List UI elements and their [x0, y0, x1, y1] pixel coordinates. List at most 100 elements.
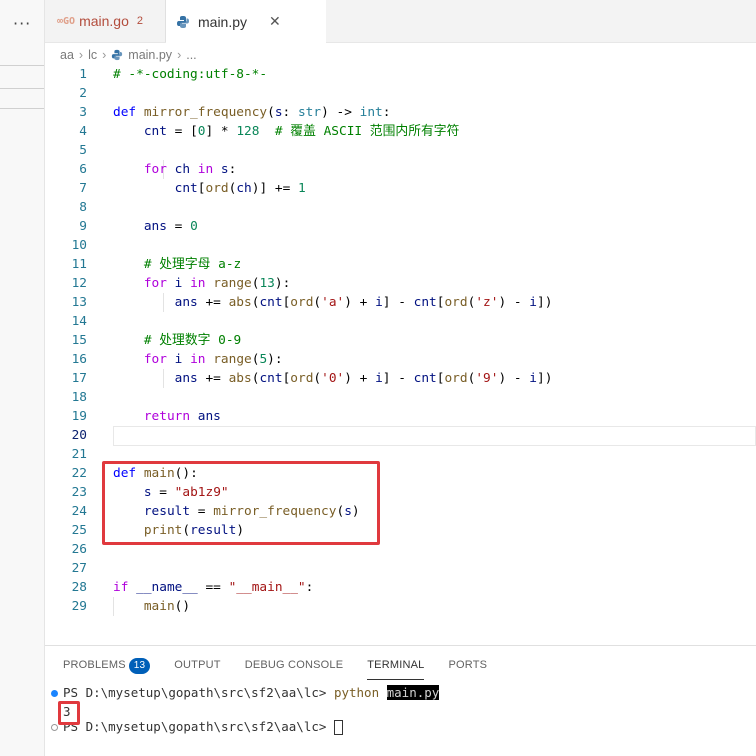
code-line[interactable]: 10: [45, 236, 756, 255]
code-token: ] -: [382, 371, 414, 386]
code-line[interactable]: 5: [45, 141, 756, 160]
code-line[interactable]: 7 cnt[ord(ch)] += 1: [45, 179, 756, 198]
breadcrumb-item[interactable]: aa: [60, 48, 74, 62]
divider: [0, 65, 44, 66]
line-number: 18: [71, 390, 87, 405]
code-token: if: [113, 580, 137, 595]
code-line[interactable]: 13 ans += abs(cnt[ord('a') + i] - cnt[or…: [45, 293, 756, 312]
breadcrumb-item[interactable]: ...: [186, 48, 196, 62]
code-token: cnt: [413, 371, 437, 386]
close-icon[interactable]: ✕: [269, 13, 281, 30]
chevron-right-icon: ›: [78, 48, 84, 62]
code-token: 'a': [321, 295, 345, 310]
line-number: 5: [79, 143, 87, 158]
code-token: __name__: [136, 580, 198, 595]
code-line[interactable]: 6 for ch in s:: [45, 160, 756, 179]
code-token: (: [313, 295, 322, 310]
bottom-panel: PROBLEMS 13 OUTPUT DEBUG CONSOLE TERMINAL…: [45, 645, 756, 756]
line-number: 20: [71, 428, 87, 443]
code-text: cnt[ord(ch)] += 1: [113, 179, 306, 198]
line-number: 6: [79, 162, 87, 177]
divider: [0, 88, 44, 89]
more-actions-icon[interactable]: ···: [13, 14, 31, 33]
code-line[interactable]: 27: [45, 559, 756, 578]
tab-main-py[interactable]: main.py ✕: [166, 0, 326, 43]
code-token: = [: [166, 124, 198, 139]
highlight-box-output: [58, 701, 80, 725]
code-token: range: [213, 276, 252, 291]
code-token: '0': [321, 371, 345, 386]
line-number: 21: [71, 447, 87, 462]
code-token: # 覆盖 ASCII 范围内所有字符: [274, 124, 460, 139]
code-line[interactable]: 15 # 处理数字 0-9: [45, 331, 756, 350]
line-number: 13: [71, 295, 87, 310]
code-line[interactable]: 28 if __name__ == "__main__":: [45, 578, 756, 597]
line-number: 29: [71, 599, 87, 614]
code-token: :: [228, 162, 237, 177]
code-line[interactable]: 18: [45, 388, 756, 407]
tab-ports[interactable]: PORTS: [448, 654, 487, 676]
code-token: ) -: [498, 295, 530, 310]
code-line[interactable]: 11 # 处理字母 a-z: [45, 255, 756, 274]
code-line[interactable]: 8: [45, 198, 756, 217]
code-line[interactable]: 19 return ans: [45, 407, 756, 426]
breadcrumb-item[interactable]: lc: [88, 48, 97, 62]
code-token: ans: [174, 371, 198, 386]
problem-count: 2: [136, 15, 143, 27]
tab-label: main.go: [79, 13, 129, 29]
tab-output[interactable]: OUTPUT: [174, 654, 220, 676]
code-token: ans: [143, 219, 167, 234]
code-line[interactable]: 20: [45, 426, 756, 446]
code-line[interactable]: 29 main(): [45, 597, 756, 616]
line-number: 26: [71, 542, 87, 557]
line-number: 11: [71, 257, 87, 272]
code-token: for: [143, 276, 175, 291]
code-line[interactable]: 3 def mirror_frequency(s: str) -> int:: [45, 103, 756, 122]
code-line[interactable]: 9 ans = 0: [45, 217, 756, 236]
code-token: i: [529, 295, 537, 310]
line-number: 22: [71, 466, 87, 481]
line-number: 16: [71, 352, 87, 367]
divider: [0, 108, 44, 109]
code-line[interactable]: 17 ans += abs(cnt[ord('0') + i] - cnt[or…: [45, 369, 756, 388]
line-number: 28: [71, 580, 87, 595]
code-token: 5: [259, 352, 268, 367]
code-token: def: [113, 105, 144, 120]
code-text: for i in range(13):: [113, 274, 290, 293]
code-token: '9': [475, 371, 499, 386]
code-token: return: [143, 409, 198, 424]
code-token: int: [359, 105, 383, 120]
code-token: 0: [190, 219, 198, 234]
code-text: for i in range(5):: [113, 350, 283, 369]
code-token: cnt: [259, 371, 283, 386]
tab-terminal[interactable]: TERMINAL: [367, 654, 425, 680]
code-text: # 处理数字 0-9: [113, 331, 241, 350]
line-number: 23: [71, 485, 87, 500]
code-text: cnt = [0] * 128 # 覆盖 ASCII 范围内所有字符: [113, 122, 460, 141]
python-icon: [176, 15, 190, 29]
code-line[interactable]: 4 cnt = [0] * 128 # 覆盖 ASCII 范围内所有字符: [45, 122, 756, 141]
code-token: ord: [205, 181, 229, 196]
code-token: ]): [536, 371, 553, 386]
line-number: 24: [71, 504, 87, 519]
code-line[interactable]: 14: [45, 312, 756, 331]
code-line[interactable]: 1 # -*-coding:utf-8-*-: [45, 65, 756, 84]
code-token: (: [267, 105, 275, 120]
code-line[interactable]: 2: [45, 84, 756, 103]
code-token: ch: [174, 162, 191, 177]
breadcrumb-item[interactable]: main.py: [128, 48, 172, 62]
code-editor[interactable]: 1 # -*-coding:utf-8-*- 2 3 def mirror_freque…: [45, 65, 756, 645]
code-line[interactable]: 12 for i in range(13):: [45, 274, 756, 293]
tab-main-go[interactable]: ∞GO main.go 2: [45, 0, 166, 42]
code-token: ) -: [498, 371, 530, 386]
code-text: if __name__ == "__main__":: [113, 578, 313, 597]
code-token: ans: [174, 295, 198, 310]
code-token: cnt: [259, 295, 283, 310]
code-line[interactable]: 16 for i in range(5):: [45, 350, 756, 369]
tab-problems[interactable]: PROBLEMS 13: [63, 654, 151, 676]
python-icon: [111, 49, 123, 61]
tab-debug-console[interactable]: DEBUG CONSOLE: [245, 654, 344, 676]
